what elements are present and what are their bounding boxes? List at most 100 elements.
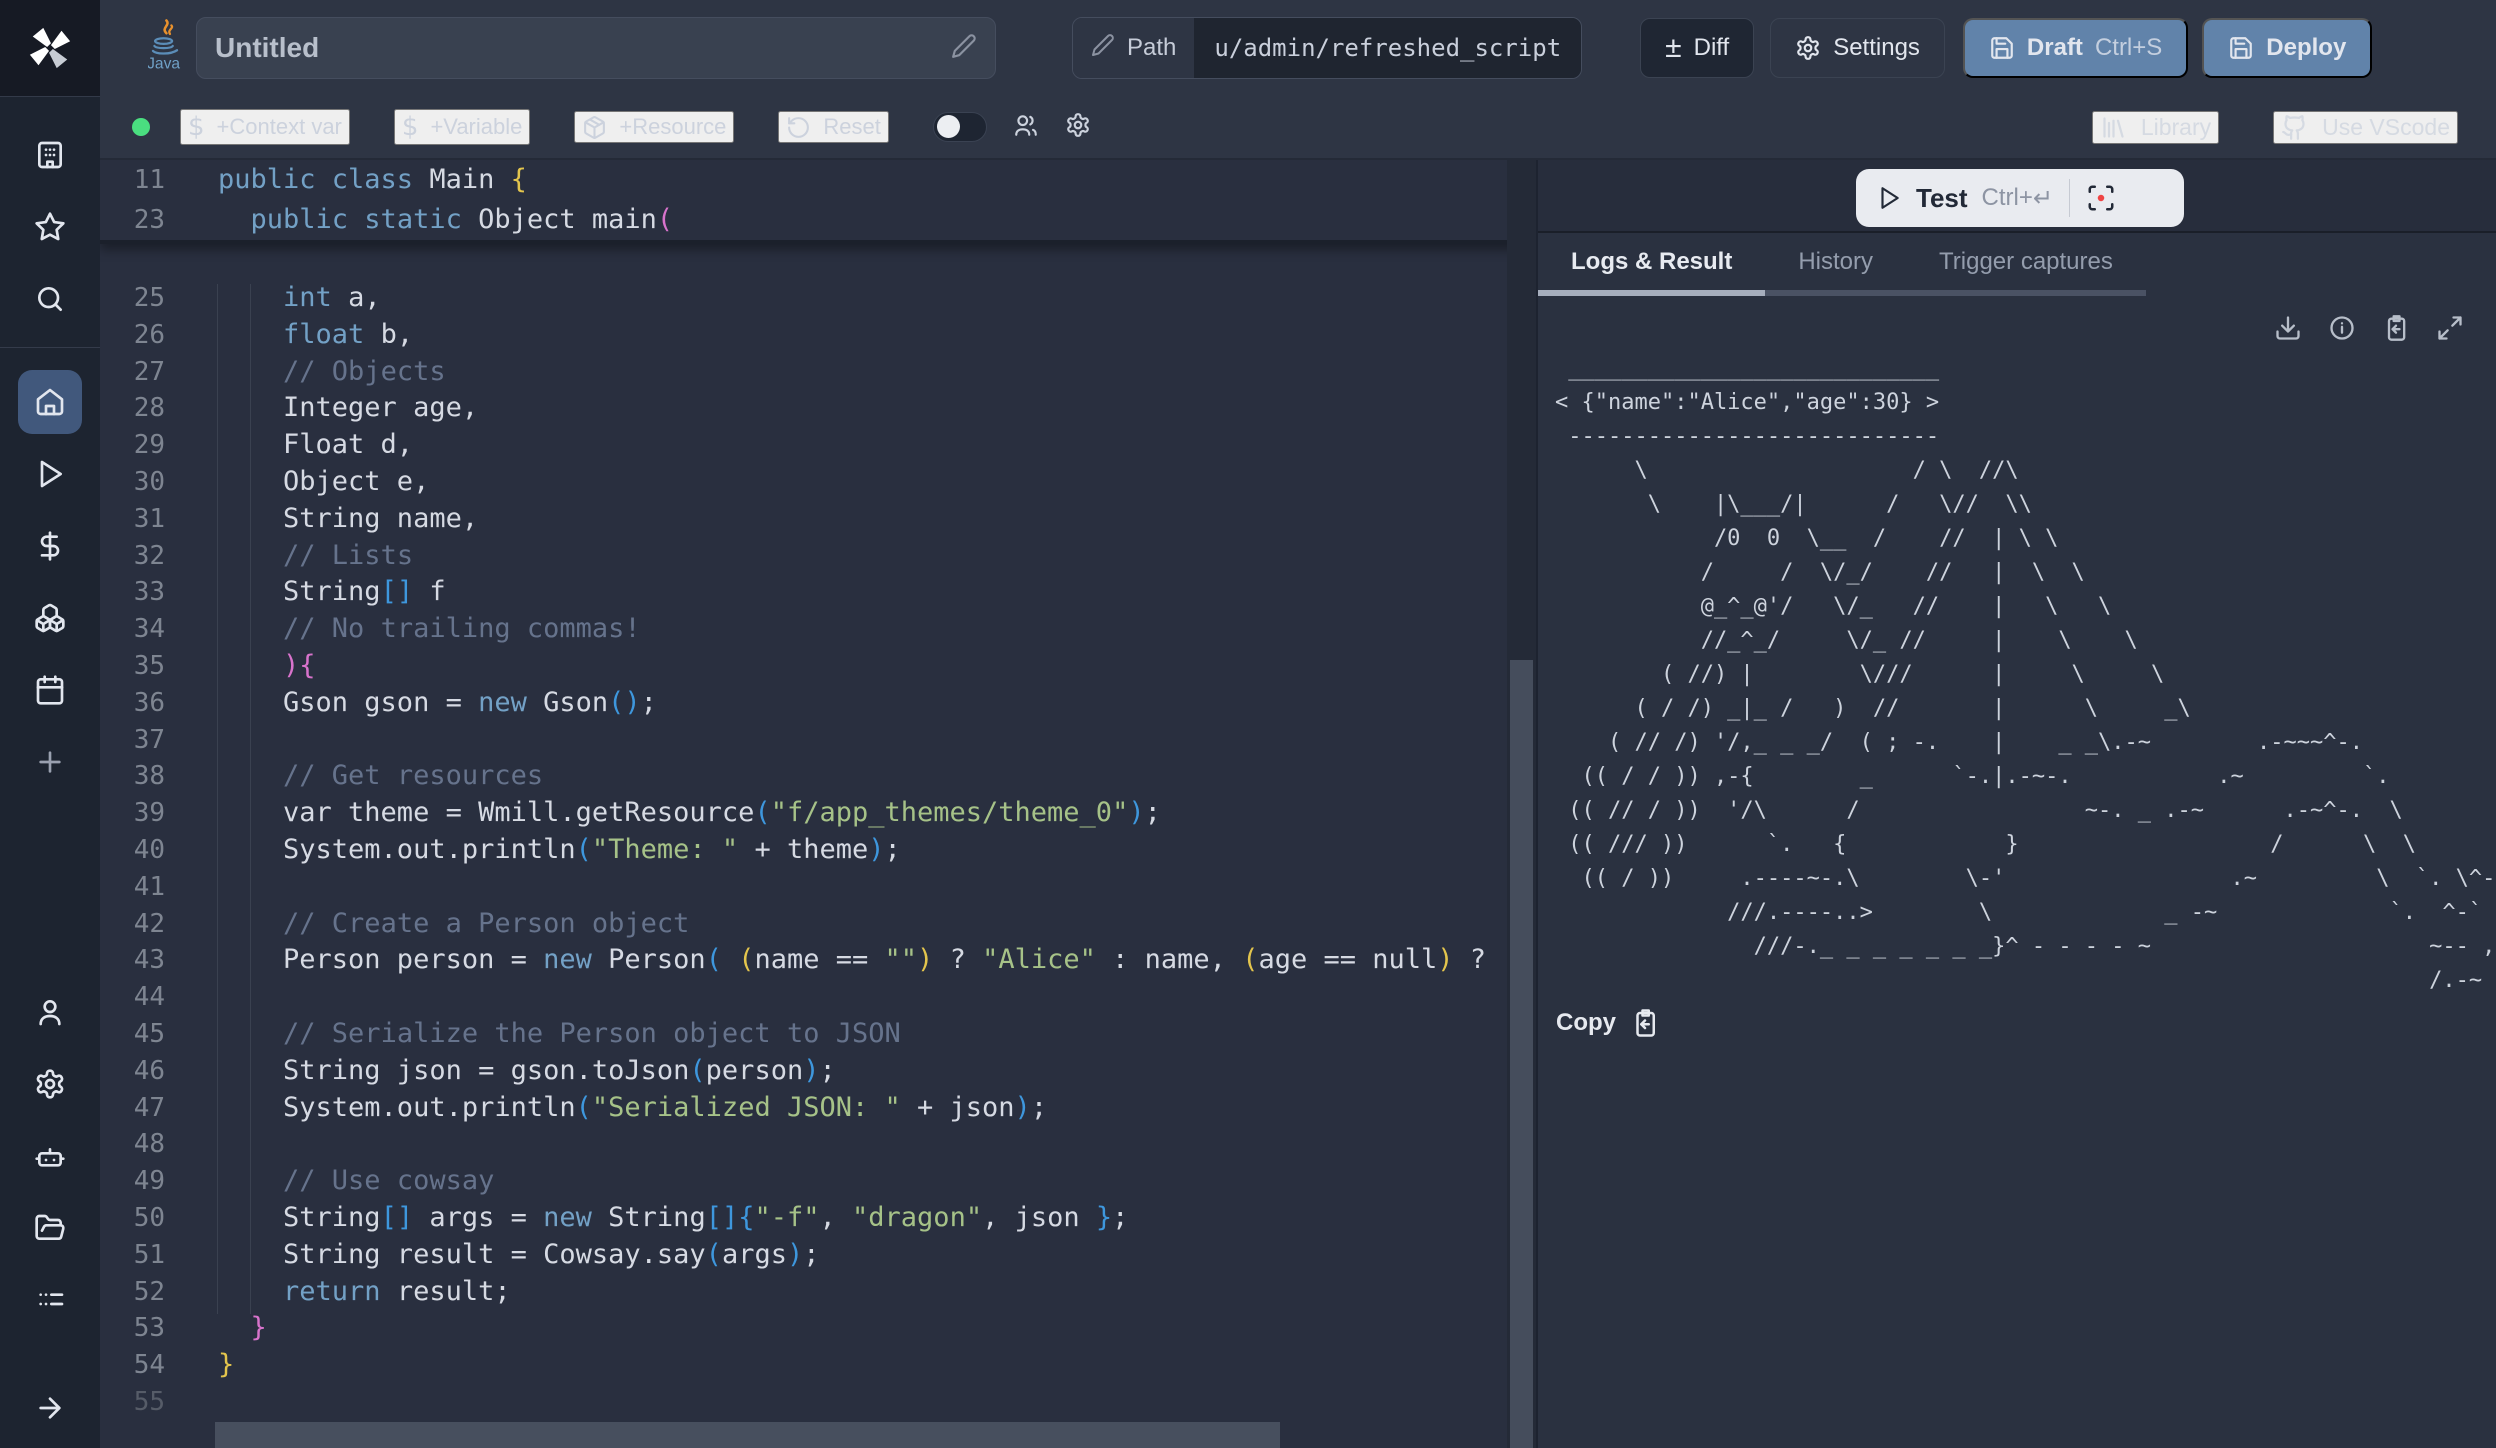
editor-vertical-scrollbar[interactable]: [1507, 160, 1536, 1448]
sticky-scroll-lines[interactable]: 11public class Main {23 public static Ob…: [100, 160, 1536, 244]
line-number: 45: [100, 1016, 218, 1053]
sidebar-item-runs[interactable]: [18, 442, 82, 506]
editor-settings-button[interactable]: [1065, 112, 1091, 143]
sidebar-item-schedules[interactable]: [18, 658, 82, 722]
sidebar-item-home[interactable]: [18, 370, 82, 434]
horizontal-scroll-thumb[interactable]: [215, 1422, 1280, 1448]
edit-title-pencil-icon[interactable]: [951, 33, 977, 64]
line-number: 11: [100, 160, 218, 200]
expand-icon[interactable]: [2436, 314, 2464, 342]
settings-button[interactable]: Settings: [1770, 18, 1945, 78]
rotate-ccw-icon: [786, 115, 811, 140]
line-number: 47: [100, 1090, 218, 1127]
code-line: 25 int a,: [100, 280, 1536, 317]
line-number: 32: [100, 538, 218, 575]
sidebar-item-add[interactable]: [18, 730, 82, 794]
code-line: 54}: [100, 1347, 1536, 1384]
deploy-button[interactable]: Deploy: [2202, 18, 2372, 78]
code-line: 50 String[] args = new String[]{"-f", "d…: [100, 1200, 1536, 1237]
gear-icon: [1065, 112, 1091, 138]
code-line: 28 Integer age,: [100, 390, 1536, 427]
edit-path-pencil-icon: [1091, 33, 1115, 64]
code-line: 45 // Serialize the Person object to JSO…: [100, 1016, 1536, 1053]
sidebar-item-account[interactable]: [18, 980, 82, 1044]
script-title-input[interactable]: Untitled: [196, 17, 996, 79]
line-number: 28: [100, 390, 218, 427]
line-number: 39: [100, 795, 218, 832]
add-variable-button[interactable]: $ +Variable: [394, 109, 530, 145]
copy-result-button[interactable]: Copy: [1538, 1008, 2496, 1038]
line-number: 50: [100, 1200, 218, 1237]
sidebar-item-workers[interactable]: [18, 1124, 82, 1188]
sidebar-item-settings[interactable]: [18, 1052, 82, 1116]
code-line: 36 Gson gson = new Gson();: [100, 685, 1536, 722]
result-actions: [1538, 296, 2496, 342]
clipboard-copy-icon: [1630, 1008, 1660, 1038]
diff-button[interactable]: ± Diff: [1640, 18, 1754, 78]
line-number: 33: [100, 574, 218, 611]
cowsay-output: ____________________________ < {"name":"…: [1555, 352, 2496, 998]
sidebar-item-favorites[interactable]: [18, 195, 82, 259]
clipboard-icon[interactable]: [2382, 314, 2410, 342]
assistant-toggle[interactable]: [933, 112, 987, 142]
draft-button[interactable]: Draft Ctrl+S: [1963, 18, 2188, 78]
line-number: 29: [100, 427, 218, 464]
tab-history[interactable]: History: [1765, 233, 1906, 296]
collaborators-button[interactable]: [1013, 112, 1039, 143]
download-icon[interactable]: [2274, 314, 2302, 342]
line-number: 31: [100, 501, 218, 538]
sidebar-item-audit-logs[interactable]: [18, 1268, 82, 1332]
add-resource-button[interactable]: +Resource: [574, 111, 734, 143]
line-number: 23: [100, 200, 218, 240]
preview-panel: Test Ctrl+↵ Logs & ResultHistoryTrigger …: [1536, 160, 2496, 1448]
test-strip: Test Ctrl+↵: [1538, 160, 2496, 233]
users-icon: [1013, 112, 1039, 138]
dollar-icon: $: [188, 112, 205, 142]
code-line: 29 Float d,: [100, 427, 1536, 464]
code-line: 33 String[] f: [100, 574, 1536, 611]
result-tabs: Logs & ResultHistoryTrigger captures: [1538, 233, 2496, 296]
star-icon: [34, 211, 66, 243]
sidebar-expand[interactable]: [18, 1376, 82, 1440]
sidebar-divider: [0, 347, 100, 348]
building-icon: [34, 139, 66, 171]
sidebar-item-folders[interactable]: [18, 1196, 82, 1260]
gear-icon: [34, 1068, 66, 1100]
library-button[interactable]: Library: [2092, 111, 2219, 144]
code-line: 49 // Use cowsay: [100, 1163, 1536, 1200]
code-lines[interactable]: 25 int a,26 float b,27 // Objects28 Inte…: [100, 280, 1536, 1421]
tab-trigger-captures[interactable]: Trigger captures: [1906, 233, 2146, 296]
line-number: 25: [100, 280, 218, 317]
use-vscode-button[interactable]: Use VScode: [2273, 111, 2458, 144]
line-number: 51: [100, 1237, 218, 1274]
sidebar-item-workspace[interactable]: [18, 123, 82, 187]
code-line: 40 System.out.println("Theme: " + theme)…: [100, 832, 1536, 869]
save-icon: [1989, 35, 2015, 61]
reset-button[interactable]: Reset: [778, 111, 888, 143]
sidebar-item-variables[interactable]: [18, 514, 82, 578]
line-number: 37: [100, 722, 218, 759]
gear-icon: [1795, 35, 1821, 61]
library-icon: [2100, 114, 2127, 141]
windmill-logo[interactable]: [0, 0, 100, 97]
path-input[interactable]: u/admin/refreshed_script: [1194, 18, 1581, 78]
user-icon: [34, 996, 66, 1028]
code-line: 51 String result = Cowsay.say(args);: [100, 1237, 1536, 1274]
vertical-scroll-thumb[interactable]: [1510, 660, 1533, 1448]
code-line: 30 Object e,: [100, 464, 1536, 501]
tab-logs-result[interactable]: Logs & Result: [1538, 233, 1765, 296]
sidebar-item-resources[interactable]: [18, 586, 82, 650]
play-icon: [34, 458, 66, 490]
test-button[interactable]: Test Ctrl+↵: [1856, 169, 2184, 227]
add-context-var-button[interactable]: $ +Context var: [180, 109, 350, 145]
line-number: 52: [100, 1274, 218, 1311]
code-editor[interactable]: 11public class Main {23 public static Ob…: [100, 160, 1536, 1448]
plus-minus-icon: ±: [1665, 35, 1681, 61]
pinwheel-icon: [27, 25, 73, 71]
sidebar-item-search[interactable]: [18, 267, 82, 331]
capture-scan-icon[interactable]: [2086, 183, 2116, 213]
path-label[interactable]: Path: [1073, 18, 1194, 78]
info-icon[interactable]: [2328, 314, 2356, 342]
list-icon: [34, 1284, 66, 1316]
line-number: 43: [100, 942, 218, 979]
